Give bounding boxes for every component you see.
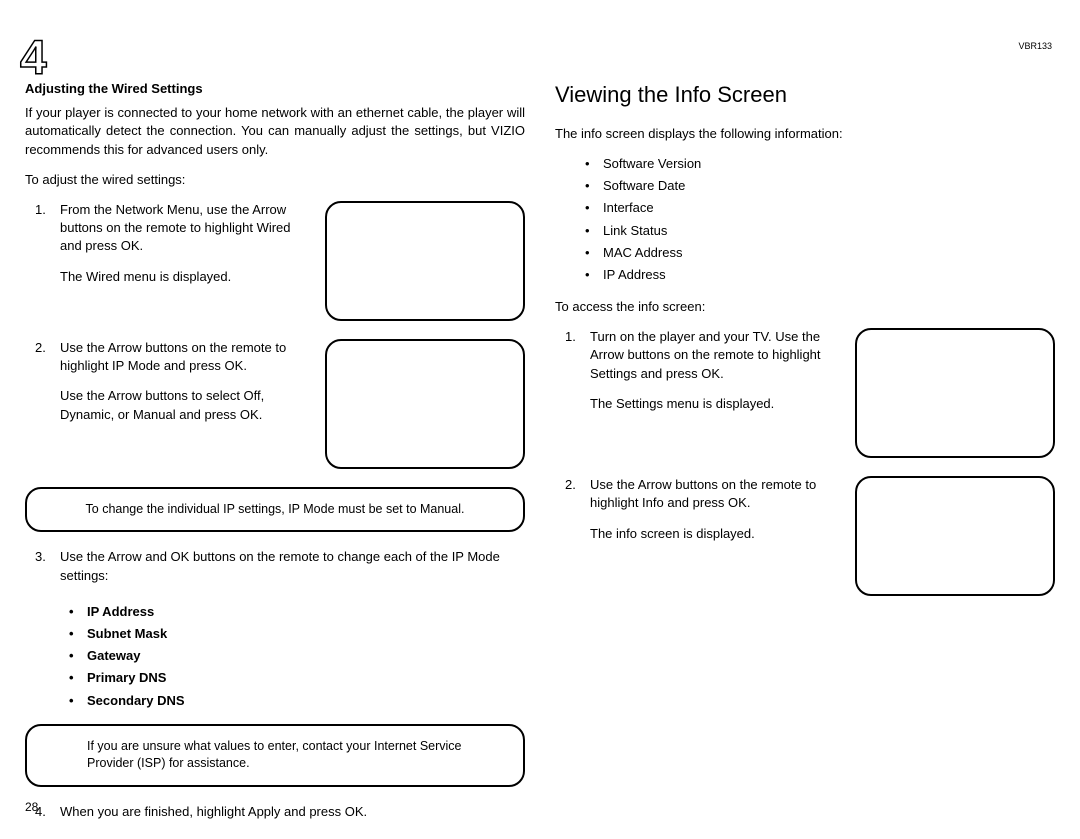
step-text: Use the Arrow buttons to select Off, Dyn…	[60, 387, 310, 423]
left-step-1: From the Network Menu, use the Arrow but…	[25, 201, 525, 321]
screen-illustration	[325, 201, 525, 321]
list-item: IP Address	[585, 266, 1055, 284]
list-item: Gateway	[69, 647, 525, 665]
left-heading: Adjusting the Wired Settings	[25, 80, 525, 98]
list-item: Interface	[585, 199, 1055, 217]
list-item: Link Status	[585, 222, 1055, 240]
left-intro: If your player is connected to your home…	[25, 104, 525, 159]
step-text: From the Network Menu, use the Arrow but…	[60, 201, 310, 256]
list-item: Subnet Mask	[69, 625, 525, 643]
screen-illustration	[855, 328, 1055, 458]
step-text: The Wired menu is displayed.	[60, 268, 310, 286]
right-intro: The info screen displays the following i…	[555, 125, 1055, 143]
left-step-4: When you are finished, highlight Apply a…	[25, 803, 525, 821]
right-step-2: Use the Arrow buttons on the remote to h…	[555, 476, 1055, 596]
step-text: When you are finished, highlight Apply a…	[60, 804, 367, 819]
note-box-1: To change the individual IP settings, IP…	[25, 487, 525, 533]
left-step-2: Use the Arrow buttons on the remote to h…	[25, 339, 525, 469]
step-text: Use the Arrow buttons on the remote to h…	[590, 476, 840, 512]
left-steps: From the Network Menu, use the Arrow but…	[25, 201, 525, 469]
step-text: Use the Arrow buttons on the remote to h…	[60, 339, 310, 375]
left-steps-cont2: When you are finished, highlight Apply a…	[25, 803, 525, 821]
list-item: MAC Address	[585, 244, 1055, 262]
list-item: Software Version	[585, 155, 1055, 173]
step-text: The Settings menu is displayed.	[590, 395, 840, 413]
left-steps-cont: Use the Arrow and OK buttons on the remo…	[25, 548, 525, 584]
list-item: Primary DNS	[69, 669, 525, 687]
list-item: Secondary DNS	[69, 692, 525, 710]
right-column: Viewing the Info Screen The info screen …	[555, 80, 1055, 839]
right-step-1: Turn on the player and your TV. Use the …	[555, 328, 1055, 458]
ip-settings-list: IP Address Subnet Mask Gateway Primary D…	[25, 603, 525, 710]
page-number: 28	[25, 799, 38, 816]
step-text: Turn on the player and your TV. Use the …	[590, 328, 840, 383]
step-text: The info screen is displayed.	[590, 525, 840, 543]
right-lead: To access the info screen:	[555, 298, 1055, 316]
screen-illustration	[855, 476, 1055, 596]
right-heading: Viewing the Info Screen	[555, 80, 1055, 111]
list-item: Software Date	[585, 177, 1055, 195]
left-step-3: Use the Arrow and OK buttons on the remo…	[25, 548, 525, 584]
list-item: IP Address	[69, 603, 525, 621]
step-text: Use the Arrow and OK buttons on the remo…	[60, 548, 525, 584]
left-column: Adjusting the Wired Settings If your pla…	[25, 80, 525, 839]
info-items-list: Software Version Software Date Interface…	[555, 155, 1055, 284]
model-code: VBR133	[1018, 40, 1052, 53]
left-lead: To adjust the wired settings:	[25, 171, 525, 189]
note-box-2: If you are unsure what values to enter, …	[25, 724, 525, 787]
screen-illustration	[325, 339, 525, 469]
right-steps: Turn on the player and your TV. Use the …	[555, 328, 1055, 596]
